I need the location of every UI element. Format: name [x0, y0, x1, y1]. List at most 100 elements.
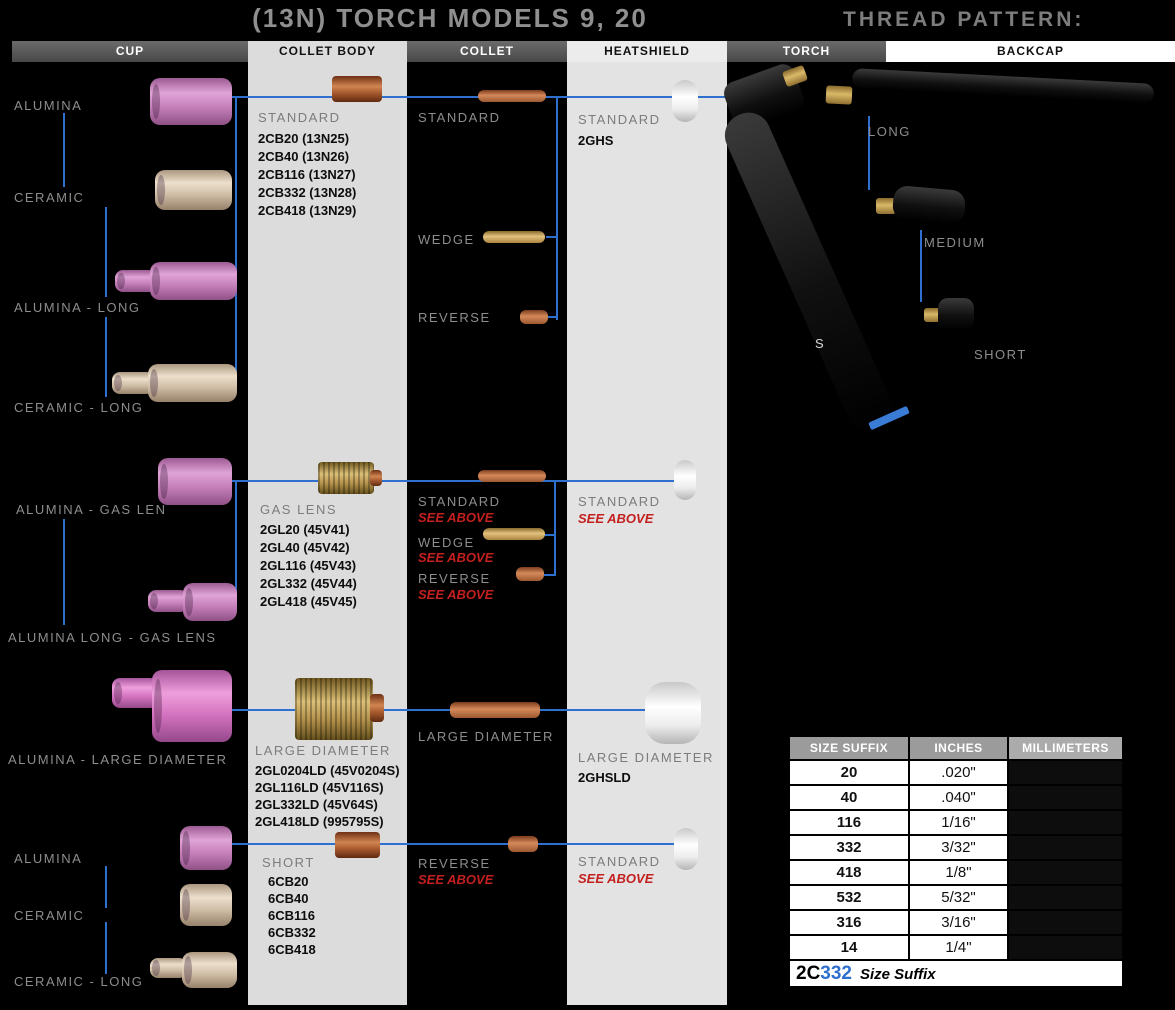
cup-label-ceramic-long: CERAMIC - LONG: [14, 400, 143, 415]
collet-reverse-see-above-2: SEE ABOVE: [418, 872, 493, 887]
size-suffix-table: SIZE SUFFIX INCHES MILLIMETERS 20 .020" …: [790, 737, 1122, 986]
short-collet-body-image: [335, 832, 380, 858]
table-row: 20 .020": [790, 761, 1122, 784]
part-number: 2CB20 (13N25): [258, 130, 356, 148]
part-number: 2GL116LD (45V116S): [255, 779, 400, 796]
connector-line: [63, 113, 65, 187]
connector-line: [105, 317, 107, 397]
part-number: 2CB116 (13N27): [258, 166, 356, 184]
example-suffix: 332: [820, 963, 852, 984]
ceramic-long-short-cup-image: [182, 952, 237, 988]
inches-value: 1/4": [910, 936, 1007, 959]
part-number: 6CB40: [268, 890, 316, 907]
backcap-short-label: SHORT: [974, 347, 1027, 362]
part-number: 6CB332: [268, 924, 316, 941]
ceramic-cup-image: [155, 170, 232, 210]
mm-value: [1009, 836, 1122, 859]
connector-line: [235, 480, 237, 605]
wedge-collet-image-2: [483, 528, 545, 540]
connector-line: [554, 480, 556, 576]
collet-reverse-see-above: SEE ABOVE: [418, 587, 493, 602]
part-number: 2CB40 (13N26): [258, 148, 356, 166]
inches-value: 5/32": [910, 886, 1007, 909]
connector-line: [105, 922, 107, 974]
standard-collet-image-2: [478, 470, 546, 482]
size-suffix-value: 116: [790, 811, 908, 834]
collet-reverse-heading-2: REVERSE: [418, 571, 491, 586]
size-suffix-value: 532: [790, 886, 908, 909]
heatshield-large-diameter-heading: LARGE DIAMETER: [578, 750, 714, 765]
size-suffix-value: 316: [790, 911, 908, 934]
heatshield-standard-see-above-2: SEE ABOVE: [578, 871, 653, 886]
collet-body-gas-lens-heading: GAS LENS: [260, 502, 337, 517]
example-prefix: 2C: [796, 963, 820, 984]
size-table-header-mm: MILLIMETERS: [1009, 737, 1122, 759]
standard-collet-image: [478, 90, 546, 102]
standard-heatshield-image-2: [674, 460, 696, 500]
collet-wedge-see-above: SEE ABOVE: [418, 550, 493, 565]
part-number: 2GL332LD (45V64S): [255, 796, 400, 813]
heatshield-standard-heading-3: STANDARD: [578, 854, 661, 869]
connector-line: [105, 207, 107, 297]
collet-wedge-heading: WEDGE: [418, 232, 475, 247]
connector-line: [235, 96, 237, 384]
backcap-long-label: LONG: [868, 124, 911, 139]
heatshield-large-diameter-part: 2GHSLD: [578, 770, 631, 785]
mm-value: [1009, 936, 1122, 959]
collet-reverse-heading: REVERSE: [418, 310, 491, 325]
size-suffix-value: 14: [790, 936, 908, 959]
part-number: 2GL40 (45V42): [260, 539, 357, 557]
connector-line: [232, 843, 684, 845]
inches-value: 1/16": [910, 811, 1007, 834]
large-diameter-collet-body-tip: [370, 694, 384, 722]
inches-value: 3/16": [910, 911, 1007, 934]
collet-body-gas-lens-parts: 2GL20 (45V41) 2GL40 (45V42) 2GL116 (45V4…: [260, 521, 357, 611]
mm-value: [1009, 861, 1122, 884]
short-backcap-image: [938, 298, 974, 330]
inches-value: .040": [910, 786, 1007, 809]
mm-value: [1009, 811, 1122, 834]
parts-diagram-page: (13N) TORCH MODELS 9, 20 THREAD PATTERN:…: [0, 0, 1175, 1010]
wedge-collet-image: [483, 231, 545, 243]
cup-label-alumina-short: ALUMINA: [14, 851, 82, 866]
table-row: 40 .040": [790, 786, 1122, 809]
connector-line: [544, 574, 554, 576]
column-header-heatshield: HEATSHIELD: [567, 41, 727, 62]
connector-line: [232, 480, 684, 482]
part-number: 2GL332 (45V44): [260, 575, 357, 593]
standard-heatshield-image: [672, 80, 698, 122]
alumina-large-diameter-cup-image: [152, 670, 232, 742]
connector-line: [63, 519, 65, 625]
connector-line: [920, 230, 922, 302]
reverse-collet-image-3: [508, 836, 538, 852]
ceramic-long-cup-image: [148, 364, 237, 402]
long-backcap-fitting: [826, 85, 853, 104]
part-number: 2CB332 (13N28): [258, 184, 356, 202]
collet-body-standard-heading: STANDARD: [258, 110, 341, 125]
standard-heatshield-image-3: [674, 828, 698, 870]
inches-value: .020": [910, 761, 1007, 784]
collet-body-short-heading: SHORT: [262, 855, 315, 870]
cup-label-alumina: ALUMINA: [14, 98, 82, 113]
collet-large-diameter-heading: LARGE DIAMETER: [418, 729, 554, 744]
medium-backcap-image: [892, 185, 967, 225]
table-row: 418 1/8": [790, 861, 1122, 884]
part-number: 6CB116: [268, 907, 316, 924]
size-suffix-value: 332: [790, 836, 908, 859]
part-number: 2CB418 (13N29): [258, 202, 356, 220]
mm-value: [1009, 761, 1122, 784]
part-number: 2GL116 (45V43): [260, 557, 357, 575]
collet-body-short-parts: 6CB20 6CB40 6CB116 6CB332 6CB418: [268, 873, 316, 958]
size-table-header-row: SIZE SUFFIX INCHES MILLIMETERS: [790, 737, 1122, 759]
column-header-cup: CUP: [12, 41, 248, 62]
mm-value: [1009, 911, 1122, 934]
cup-label-alumina-long-gas-lens: ALUMINA LONG - GAS LENS: [8, 630, 217, 645]
mm-value: [1009, 786, 1122, 809]
alumina-short-cup-image: [180, 826, 232, 870]
alumina-long-gas-lens-cup-nozzle: [148, 590, 188, 612]
cup-label-ceramic-short: CERAMIC: [14, 908, 84, 923]
table-row: 116 1/16": [790, 811, 1122, 834]
cup-label-ceramic: CERAMIC: [14, 190, 84, 205]
table-row: 532 5/32": [790, 886, 1122, 909]
size-suffix-value: 418: [790, 861, 908, 884]
